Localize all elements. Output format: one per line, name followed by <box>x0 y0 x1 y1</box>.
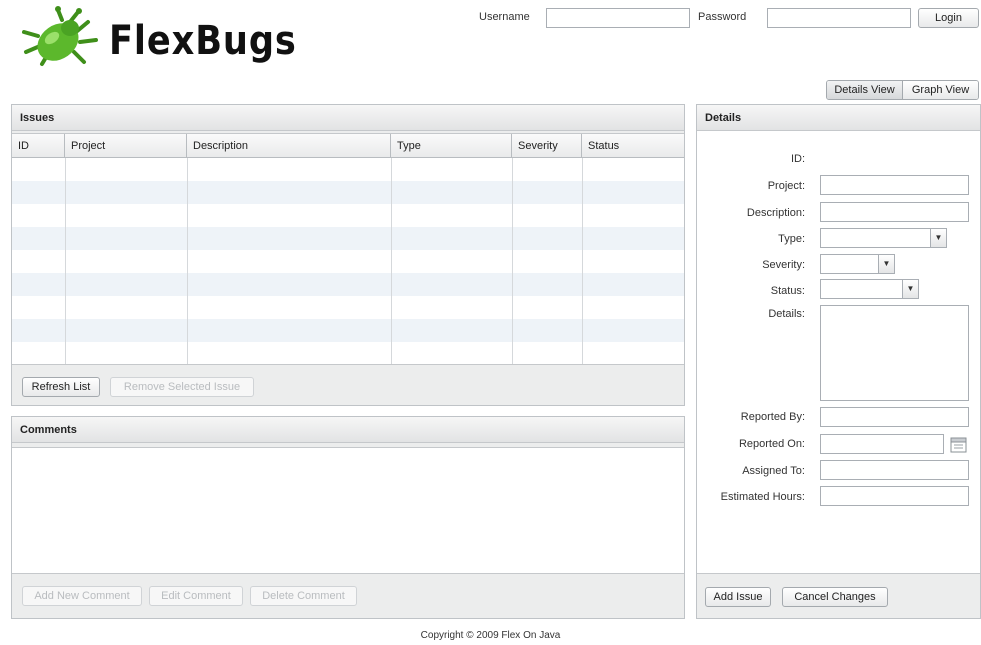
cancel-changes-button[interactable]: Cancel Changes <box>782 587 888 607</box>
project-label: Project: <box>767 180 805 192</box>
graph-view-tab[interactable]: Graph View <box>902 81 978 99</box>
column-header-project[interactable]: Project <box>65 134 187 158</box>
column-header-id[interactable]: ID <box>12 134 65 158</box>
login-button[interactable]: Login <box>918 8 979 28</box>
column-divider <box>582 158 583 364</box>
column-divider <box>187 158 188 364</box>
table-row[interactable] <box>12 158 684 181</box>
column-header-description[interactable]: Description <box>187 134 391 158</box>
comments-list[interactable] <box>12 447 684 574</box>
chevron-down-icon: ▼ <box>902 280 918 298</box>
estimated-hours-label: Estimated Hours: <box>720 491 805 503</box>
chevron-down-icon: ▼ <box>878 255 894 273</box>
table-row[interactable] <box>12 181 684 204</box>
app-logo: FlexBugs <box>16 6 316 70</box>
table-row[interactable] <box>12 273 684 296</box>
reported-by-input[interactable] <box>820 407 969 427</box>
severity-label: Severity: <box>762 259 805 271</box>
details-label: Details: <box>768 308 805 320</box>
comments-panel: Comments Add New Comment Edit Comment De… <box>11 416 685 619</box>
severity-select[interactable]: ▼ <box>820 254 895 274</box>
reported-by-label: Reported By: <box>740 411 805 423</box>
type-select[interactable]: ▼ <box>820 228 947 248</box>
issues-title: Issues <box>12 105 684 131</box>
status-select[interactable]: ▼ <box>820 279 919 299</box>
estimated-hours-input[interactable] <box>820 486 969 506</box>
description-label: Description: <box>746 207 805 219</box>
assigned-to-input[interactable] <box>820 460 969 480</box>
table-row[interactable] <box>12 342 684 364</box>
calendar-icon[interactable] <box>950 436 967 453</box>
column-divider <box>391 158 392 364</box>
description-input[interactable] <box>820 202 969 222</box>
issues-panel: Issues ID Project Description Type Sever… <box>11 104 685 406</box>
grid-header: ID Project Description Type Severity Sta… <box>12 134 684 158</box>
project-input[interactable] <box>820 175 969 195</box>
table-row[interactable] <box>12 204 684 227</box>
username-label: Username <box>479 11 530 23</box>
type-label: Type: <box>778 233 805 245</box>
details-view-tab[interactable]: Details View <box>827 81 902 99</box>
reported-on-label: Reported On: <box>738 438 805 450</box>
password-label: Password <box>698 11 747 23</box>
comments-title: Comments <box>12 417 684 443</box>
edit-comment-button[interactable]: Edit Comment <box>149 586 243 606</box>
remove-issue-button[interactable]: Remove Selected Issue <box>110 377 254 397</box>
issues-grid[interactable]: ID Project Description Type Severity Sta… <box>12 133 684 365</box>
password-input[interactable] <box>767 8 911 28</box>
table-row[interactable] <box>12 227 684 250</box>
status-label: Status: <box>770 285 805 297</box>
chevron-down-icon: ▼ <box>930 229 946 247</box>
refresh-list-button[interactable]: Refresh List <box>22 377 100 397</box>
assigned-to-label: Assigned To: <box>742 465 805 477</box>
details-textarea[interactable] <box>820 305 969 401</box>
table-row[interactable] <box>12 296 684 319</box>
bug-icon <box>22 6 98 66</box>
column-header-type[interactable]: Type <box>391 134 512 158</box>
column-divider <box>65 158 66 364</box>
column-divider <box>512 158 513 364</box>
table-row[interactable] <box>12 319 684 342</box>
app-name: FlexBugs <box>109 18 297 64</box>
column-header-status[interactable]: Status <box>582 134 684 158</box>
column-header-severity[interactable]: Severity <box>512 134 582 158</box>
details-panel: Details ID: Project: Description: Type: … <box>696 104 981 619</box>
copyright-text: Copyright © 2009 Flex On Java <box>420 630 561 641</box>
id-label: ID: <box>790 153 805 165</box>
view-toggle: Details View Graph View <box>826 80 979 100</box>
table-row[interactable] <box>12 250 684 273</box>
reported-on-input[interactable] <box>820 434 944 454</box>
add-comment-button[interactable]: Add New Comment <box>22 586 142 606</box>
details-title: Details <box>697 105 980 131</box>
delete-comment-button[interactable]: Delete Comment <box>250 586 357 606</box>
username-input[interactable] <box>546 8 690 28</box>
add-issue-button[interactable]: Add Issue <box>705 587 771 607</box>
